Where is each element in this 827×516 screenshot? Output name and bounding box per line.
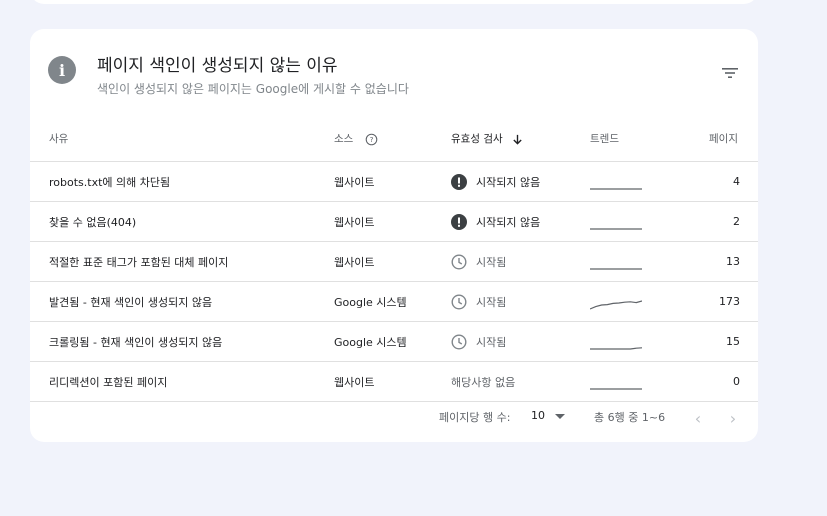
row-trend [590, 322, 642, 361]
table-row[interactable]: robots.txt에 의해 차단됨 웹사이트 시작되지 않음 4 [30, 161, 758, 201]
status-label: 시작되지 않음 [476, 215, 541, 229]
row-source: Google 시스템 [334, 295, 407, 309]
chevron-right-icon[interactable]: › [721, 406, 745, 430]
trend-sparkline [590, 267, 642, 270]
clock-icon [451, 293, 467, 310]
trend-sparkline [590, 227, 642, 230]
card-title: 페이지 색인이 생성되지 않는 이유 [97, 56, 338, 76]
row-reason: robots.txt에 의해 차단됨 [49, 175, 171, 189]
trend-line [590, 299, 642, 310]
row-source: Google 시스템 [334, 335, 407, 349]
row-reason: 적절한 표준 태그가 포함된 대체 페이지 [49, 255, 229, 269]
svg-text:?: ? [369, 135, 373, 144]
row-trend [590, 282, 642, 321]
row-pages: 4 [733, 175, 740, 188]
status-label: 시작됨 [476, 255, 507, 269]
arrow-down-icon [513, 134, 522, 145]
pagination-footer: 페이지당 행 수: 10 총 6행 중 1~6 ‹ › [30, 397, 758, 441]
trend-line [590, 346, 642, 350]
row-source: 웹사이트 [334, 375, 375, 389]
column-pages[interactable]: 페이지 [709, 131, 738, 146]
exclamation-circle-icon [451, 213, 467, 230]
column-trend[interactable]: 트렌드 [590, 131, 619, 146]
help-icon[interactable]: ? [365, 133, 378, 146]
trend-sparkline [590, 346, 642, 350]
row-trend [590, 162, 642, 201]
chevron-left-icon[interactable]: ‹ [686, 406, 710, 430]
row-reason: 발견됨 - 현재 색인이 생성되지 않음 [49, 295, 213, 309]
table-row[interactable]: 발견됨 - 현재 색인이 생성되지 않음 Google 시스템 시작됨 173 [30, 281, 758, 321]
row-status: 시작됨 [451, 282, 506, 321]
clock-icon [451, 333, 467, 350]
row-pages: 0 [733, 375, 740, 388]
row-pages: 13 [726, 255, 740, 268]
row-trend [590, 242, 642, 281]
pagination-range: 총 6행 중 1~6 [594, 411, 666, 424]
status-label: 시작됨 [476, 295, 507, 309]
trend-sparkline [590, 387, 642, 390]
rows-per-page-select[interactable]: 10 [531, 409, 565, 422]
trend-sparkline [590, 299, 642, 310]
table-body: robots.txt에 의해 차단됨 웹사이트 시작되지 않음 4 찾을 수 없… [30, 161, 758, 402]
row-trend [590, 362, 642, 401]
table-header: 사유 소스 ? 유효성 검사 트렌드 페이지 [30, 119, 758, 161]
row-pages: 15 [726, 335, 740, 348]
row-pages: 173 [719, 295, 740, 308]
column-validation-label: 유효성 검사 [451, 133, 503, 145]
column-validation[interactable]: 유효성 검사 [451, 131, 523, 146]
table-row[interactable]: 크롤링됨 - 현재 색인이 생성되지 않음 Google 시스템 시작됨 15 [30, 321, 758, 361]
trend-sparkline [590, 187, 642, 190]
table-row[interactable]: 리디렉션이 포함된 페이지 웹사이트 해당사항 없음 0 [30, 361, 758, 402]
status-label: 해당사항 없음 [451, 375, 516, 389]
filter-icon[interactable] [720, 63, 740, 83]
table-row[interactable]: 적절한 표준 태그가 포함된 대체 페이지 웹사이트 시작됨 13 [30, 241, 758, 281]
rows-per-page-value: 10 [531, 409, 545, 422]
row-status: 시작되지 않음 [451, 202, 540, 241]
row-reason: 리디렉션이 포함된 페이지 [49, 375, 168, 389]
column-reason[interactable]: 사유 [49, 131, 68, 146]
status-label: 시작됨 [476, 335, 507, 349]
row-pages: 2 [733, 215, 740, 228]
row-source: 웹사이트 [334, 255, 375, 269]
rows-per-page-label: 페이지당 행 수: [439, 411, 511, 424]
column-source-label: 소스 [334, 133, 354, 145]
row-source: 웹사이트 [334, 175, 375, 189]
row-source: 웹사이트 [334, 215, 375, 229]
row-trend [590, 202, 642, 241]
row-status: 해당사항 없음 [451, 362, 515, 401]
card-subtitle: 색인이 생성되지 않은 페이지는 Google에 게시할 수 없습니다 [97, 82, 409, 96]
dropdown-caret-icon [555, 413, 565, 419]
row-reason: 찾을 수 없음(404) [49, 215, 137, 229]
row-reason: 크롤링됨 - 현재 색인이 생성되지 않음 [49, 335, 223, 349]
info-icon: i [48, 56, 76, 84]
exclamation-circle-icon [451, 173, 467, 190]
row-status: 시작되지 않음 [451, 162, 540, 201]
table-row[interactable]: 찾을 수 없음(404) 웹사이트 시작되지 않음 2 [30, 201, 758, 241]
row-status: 시작됨 [451, 242, 506, 281]
row-status: 시작됨 [451, 322, 506, 361]
column-source[interactable]: 소스 ? [334, 131, 378, 146]
status-label: 시작되지 않음 [476, 175, 541, 189]
previous-card [30, 0, 758, 4]
clock-icon [451, 253, 467, 270]
not-indexed-reasons-card: i 페이지 색인이 생성되지 않는 이유 색인이 생성되지 않은 페이지는 Go… [30, 29, 758, 442]
